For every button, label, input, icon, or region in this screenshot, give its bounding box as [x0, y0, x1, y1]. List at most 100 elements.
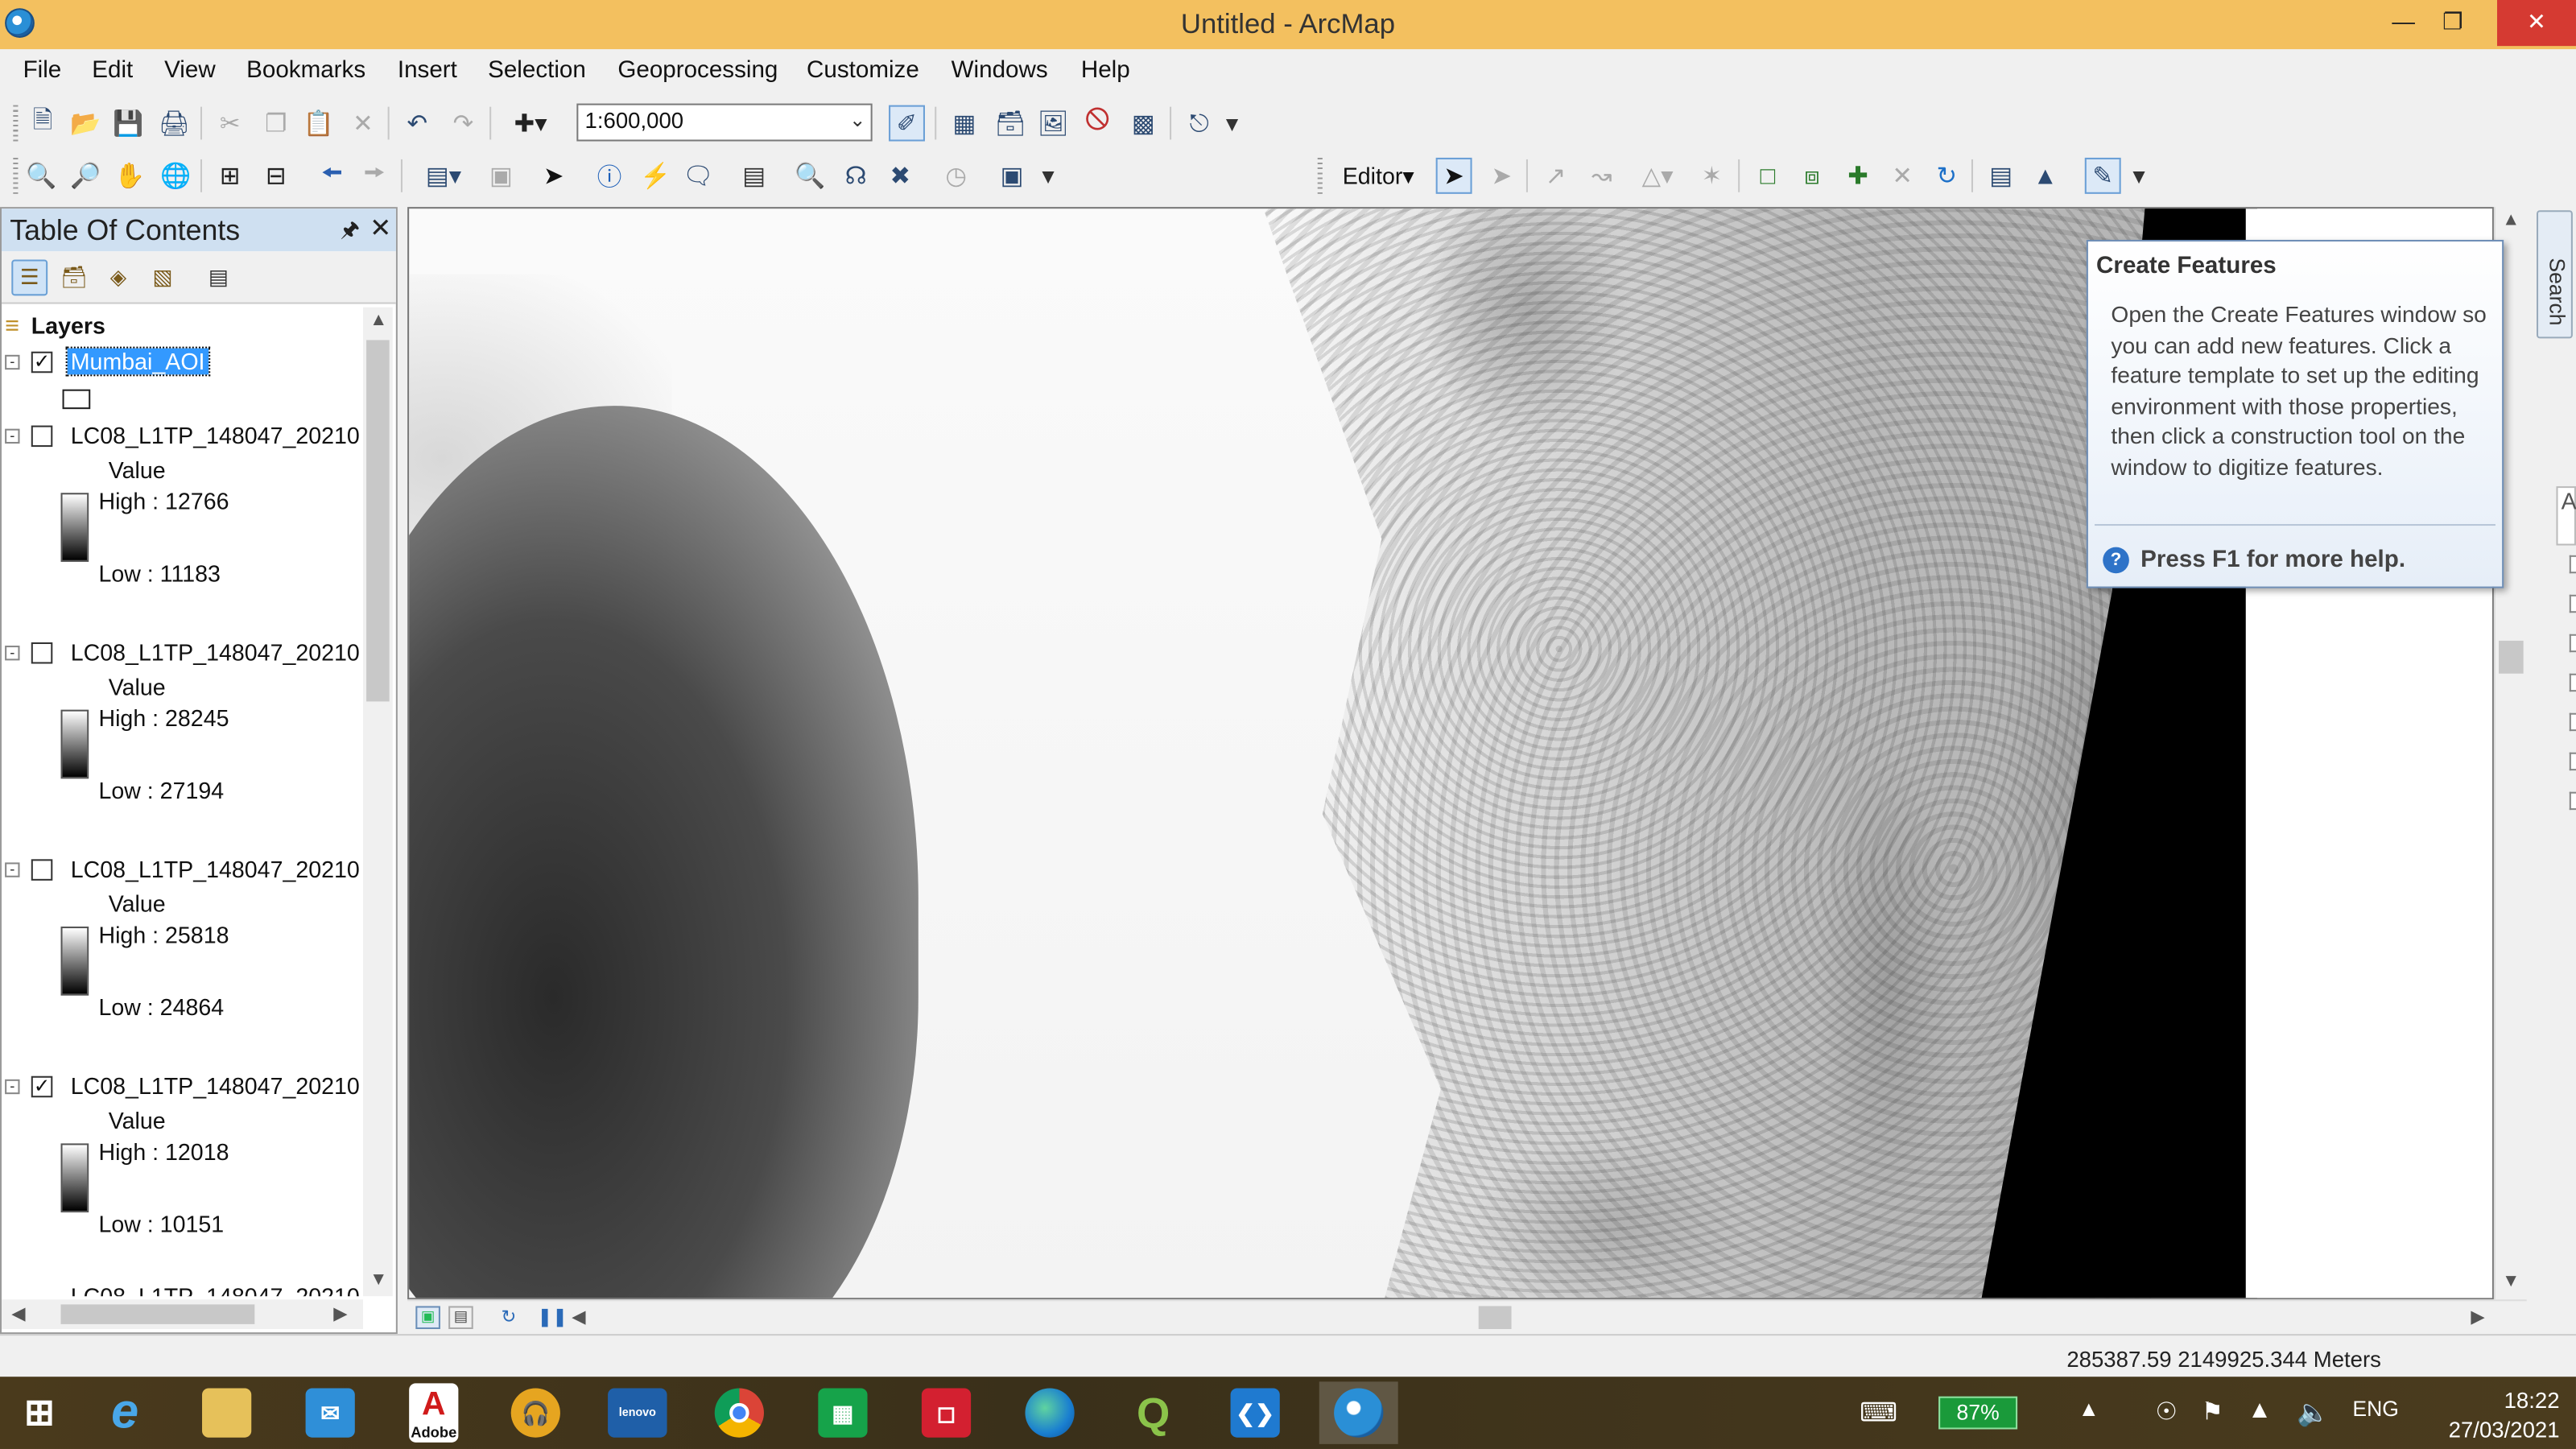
cut-polygons-icon[interactable]: ✚ — [1840, 158, 1876, 194]
find-binoculars-icon[interactable]: 🔍 — [792, 158, 828, 194]
scroll-left-icon[interactable]: ◀ — [572, 1306, 585, 1327]
reshape-feature-icon[interactable]: ⧈ — [1794, 158, 1831, 194]
zoom-out-icon[interactable]: 🔎 — [68, 158, 104, 194]
toc-options-icon[interactable]: ▤ — [200, 259, 237, 295]
volume-icon[interactable]: 🔈 — [2297, 1397, 2330, 1430]
fixed-zoom-in-icon[interactable]: ⊞ — [212, 158, 248, 194]
pause-drawing-icon[interactable]: ❚❚ — [537, 1306, 568, 1327]
full-extent-globe-icon[interactable]: 🌐 — [158, 158, 194, 194]
layer-visibility-checkbox[interactable] — [31, 642, 53, 664]
editor-menu-button[interactable]: Editor▾ — [1334, 158, 1422, 194]
taskbar-audio[interactable]: 🎧 — [496, 1381, 575, 1444]
arctoolbox-icon[interactable]: 🛇 — [1080, 105, 1116, 142]
partial-checkbox[interactable] — [2569, 673, 2576, 692]
layer-visibility-checkbox[interactable]: ✓ — [31, 352, 53, 374]
menu-geoprocessing[interactable]: Geoprocessing — [617, 57, 778, 84]
forward-extent-icon[interactable]: 🠚 — [357, 158, 393, 194]
data-view-icon[interactable]: ▣ — [415, 1306, 440, 1330]
undo-icon[interactable]: ↶ — [399, 105, 436, 142]
restore-button[interactable]: ❐ — [2415, 0, 2491, 46]
color-ramp[interactable] — [60, 709, 89, 779]
layer-name[interactable]: LC08_L1TP_148047_2021031 — [71, 856, 360, 882]
scroll-down-icon[interactable]: ▼ — [369, 1270, 387, 1290]
create-viewer-window-icon[interactable]: ▣ — [994, 158, 1030, 194]
redo-icon[interactable]: ↷ — [445, 105, 481, 142]
start-button[interactable]: ⊞ — [0, 1381, 79, 1444]
cut-icon[interactable]: ✂ — [212, 105, 248, 142]
model-builder-icon[interactable]: ⎋ — [1181, 105, 1217, 142]
time-slider-icon[interactable]: ◷ — [938, 158, 974, 194]
menu-bookmarks[interactable]: Bookmarks — [246, 57, 365, 84]
scroll-thumb[interactable] — [2499, 640, 2524, 674]
rotate-tool-icon[interactable]: ↻ — [1929, 158, 1965, 194]
partial-checkbox[interactable] — [2569, 791, 2576, 811]
close-button[interactable]: ✕ — [2497, 0, 2576, 47]
collapse-icon[interactable]: - — [5, 645, 20, 661]
language-indicator[interactable]: ENG — [2352, 1397, 2398, 1422]
taskbar-edge[interactable] — [1010, 1381, 1089, 1444]
taskbar-3d-viewer[interactable]: ◻ — [907, 1381, 986, 1444]
python-window-icon[interactable]: ▩ — [1125, 105, 1162, 142]
partial-checkbox[interactable] — [2569, 594, 2576, 613]
menu-help[interactable]: Help — [1081, 57, 1130, 84]
partial-checkbox[interactable] — [2569, 555, 2576, 574]
select-elements-arrow-icon[interactable]: ➤ — [535, 158, 572, 194]
scroll-thumb[interactable] — [60, 1304, 255, 1324]
battery-indicator[interactable]: 87% — [1938, 1396, 2018, 1430]
taskbar-arcmap[interactable] — [1319, 1381, 1398, 1444]
menu-selection[interactable]: Selection — [488, 57, 586, 84]
layer-name[interactable]: LC08_L1TP_148047_2021031 — [71, 639, 360, 666]
network-signal-icon[interactable]: ▲ — [2248, 1397, 2272, 1425]
toolbar-options-icon[interactable]: ▾ — [2131, 158, 2147, 194]
color-ramp[interactable] — [60, 927, 89, 996]
menu-edit[interactable]: Edit — [92, 57, 133, 84]
list-by-selection-icon[interactable]: ▧ — [145, 259, 181, 295]
layer-visibility-checkbox[interactable]: ✓ — [31, 1076, 53, 1098]
layout-view-icon[interactable]: ▤ — [448, 1306, 473, 1330]
taskbar-internet-explorer[interactable]: e — [85, 1381, 164, 1444]
collapse-icon[interactable]: - — [5, 354, 20, 370]
system-clock[interactable]: 18:22 27/03/2021 — [2428, 1386, 2560, 1445]
color-ramp[interactable] — [60, 493, 89, 562]
menu-windows[interactable]: Windows — [952, 57, 1048, 84]
partial-window[interactable]: A — [2556, 486, 2576, 546]
identify-info-icon[interactable]: ⓘ — [592, 158, 628, 194]
straight-segment-icon[interactable]: ↗ — [1538, 158, 1574, 194]
scroll-thumb[interactable] — [1478, 1306, 1512, 1330]
collapse-icon[interactable]: - — [5, 428, 20, 444]
collapse-icon[interactable]: - — [5, 861, 20, 877]
paste-icon[interactable]: 📋 — [300, 105, 336, 142]
open-folder-icon[interactable]: 📂 — [68, 105, 104, 142]
save-icon[interactable]: 💾 — [110, 105, 147, 142]
polygon-symbol[interactable] — [62, 389, 91, 410]
keyboard-icon[interactable]: ⌨ — [1860, 1397, 1897, 1430]
hyperlink-lightning-icon[interactable]: ⚡ — [638, 158, 674, 194]
endpoint-arc-icon[interactable]: ↝ — [1583, 158, 1620, 194]
taskbar-mail[interactable]: ✉ — [291, 1381, 369, 1444]
split-tool-icon[interactable]: ✕ — [1885, 158, 1921, 194]
table-of-contents-icon[interactable]: ▦ — [947, 105, 983, 142]
back-extent-icon[interactable]: 🠘 — [314, 158, 350, 194]
delete-icon[interactable]: ✕ — [345, 105, 382, 142]
print-icon[interactable]: 🖨 — [156, 105, 192, 142]
defender-icon[interactable]: ☉ — [2156, 1397, 2178, 1426]
list-by-visibility-icon[interactable]: ◈ — [100, 259, 136, 295]
edit-annotation-icon[interactable]: ➤ — [1484, 158, 1520, 194]
scroll-up-icon[interactable]: ▲ — [2502, 210, 2520, 229]
collapse-icon[interactable]: - — [5, 1079, 20, 1095]
edit-vertices-icon[interactable]: □ — [1749, 158, 1785, 194]
new-document-icon[interactable]: 🗎 — [25, 105, 61, 142]
toolbar-options-icon[interactable]: ▾ — [1040, 158, 1056, 194]
scroll-thumb[interactable] — [366, 340, 390, 702]
sketch-properties-icon[interactable]: ▲ — [2027, 158, 2063, 194]
taskbar-adobe[interactable]: A Adobe — [394, 1381, 473, 1444]
taskbar-lenovo[interactable]: lenovo — [598, 1381, 677, 1444]
menu-customize[interactable]: Customize — [807, 57, 919, 84]
scroll-left-icon[interactable]: ◀ — [11, 1302, 25, 1323]
clear-selection-icon[interactable]: ▣ — [483, 158, 519, 194]
catalog-icon[interactable]: 🗃 — [993, 105, 1029, 142]
toolbar-options-icon[interactable]: ▾ — [1224, 105, 1240, 142]
menu-insert[interactable]: Insert — [398, 57, 457, 84]
list-by-drawing-order-icon[interactable]: ☰ — [11, 259, 48, 296]
scroll-right-icon[interactable]: ▶ — [333, 1302, 347, 1323]
